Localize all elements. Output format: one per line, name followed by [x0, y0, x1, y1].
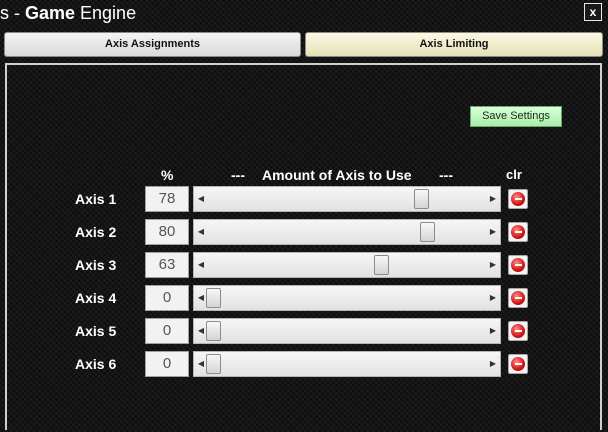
axis-slider[interactable]: ◀ ▶ — [193, 285, 501, 311]
arrow-right-icon[interactable]: ▶ — [488, 220, 498, 244]
clear-red-circle-icon — [511, 192, 525, 206]
clear-header: clr — [506, 167, 522, 182]
close-button[interactable]: x — [584, 3, 602, 21]
slider-thumb[interactable] — [206, 354, 221, 374]
axis-label: Axis 3 — [75, 257, 117, 273]
axis-row-2: Axis 2 80 ◀ ▶ — [0, 218, 608, 248]
axis-slider[interactable]: ◀ ▶ — [193, 318, 501, 344]
slider-thumb[interactable] — [206, 321, 221, 341]
tab-axis-assignments[interactable]: Axis Assignments — [4, 32, 301, 57]
tab-axis-limiting[interactable]: Axis Limiting — [305, 32, 603, 57]
save-settings-button[interactable]: Save Settings — [470, 106, 562, 127]
axis-row-4: Axis 4 0 ◀ ▶ — [0, 284, 608, 314]
axis-label: Axis 4 — [75, 290, 117, 306]
clear-red-circle-icon — [511, 291, 525, 305]
axis-row-6: Axis 6 0 ◀ ▶ — [0, 350, 608, 380]
clear-button[interactable] — [508, 354, 528, 374]
axis-label: Axis 5 — [75, 323, 117, 339]
close-icon: x — [589, 5, 597, 19]
arrow-left-icon[interactable]: ◀ — [196, 187, 206, 211]
clear-button[interactable] — [508, 288, 528, 308]
slider-thumb[interactable] — [419, 222, 435, 242]
arrow-right-icon[interactable]: ▶ — [488, 319, 498, 343]
arrow-left-icon[interactable]: ◀ — [196, 319, 206, 343]
header-dash-right: --- — [439, 167, 453, 183]
clear-button[interactable] — [508, 255, 528, 275]
title-bold: Game — [25, 3, 76, 23]
axis-slider[interactable]: ◀ ▶ — [193, 186, 501, 212]
axis-row-1: Axis 1 78 ◀ ▶ — [0, 185, 608, 215]
axis-value-field[interactable]: 78 — [145, 186, 189, 212]
title-rest: Engine — [75, 3, 137, 23]
axis-label: Axis 6 — [75, 356, 117, 372]
axis-slider[interactable]: ◀ ▶ — [193, 252, 501, 278]
arrow-right-icon[interactable]: ▶ — [488, 253, 498, 277]
slider-thumb[interactable] — [374, 255, 390, 275]
axis-value-field[interactable]: 80 — [145, 219, 189, 245]
clear-red-circle-icon — [511, 258, 525, 272]
arrow-right-icon[interactable]: ▶ — [488, 286, 498, 310]
header-dash-left: --- — [231, 167, 245, 183]
axis-value-field[interactable]: 63 — [145, 252, 189, 278]
slider-thumb[interactable] — [206, 288, 221, 308]
arrow-left-icon[interactable]: ◀ — [196, 253, 206, 277]
axis-value-field[interactable]: 0 — [145, 285, 189, 311]
arrow-right-icon[interactable]: ▶ — [488, 187, 498, 211]
clear-button[interactable] — [508, 222, 528, 242]
arrow-left-icon[interactable]: ◀ — [196, 352, 206, 376]
axis-row-5: Axis 5 0 ◀ ▶ — [0, 317, 608, 347]
clear-red-circle-icon — [511, 225, 525, 239]
axis-slider[interactable]: ◀ ▶ — [193, 351, 501, 377]
axis-value-field[interactable]: 0 — [145, 351, 189, 377]
window-title: s - Game Engine — [0, 2, 136, 24]
axis-slider[interactable]: ◀ ▶ — [193, 219, 501, 245]
title-bar: s - Game Engine x — [0, 0, 608, 28]
axis-row-3: Axis 3 63 ◀ ▶ — [0, 251, 608, 281]
arrow-left-icon[interactable]: ◀ — [196, 286, 206, 310]
amount-header: Amount of Axis to Use — [262, 167, 412, 183]
arrow-left-icon[interactable]: ◀ — [196, 220, 206, 244]
axis-value-field[interactable]: 0 — [145, 318, 189, 344]
percent-header: % — [161, 167, 174, 183]
clear-red-circle-icon — [511, 357, 525, 371]
title-prefix: s - — [0, 3, 25, 23]
clear-button[interactable] — [508, 321, 528, 341]
arrow-right-icon[interactable]: ▶ — [488, 352, 498, 376]
axis-label: Axis 1 — [75, 191, 117, 207]
clear-red-circle-icon — [511, 324, 525, 338]
axis-label: Axis 2 — [75, 224, 117, 240]
clear-button[interactable] — [508, 189, 528, 209]
slider-thumb[interactable] — [414, 189, 430, 209]
